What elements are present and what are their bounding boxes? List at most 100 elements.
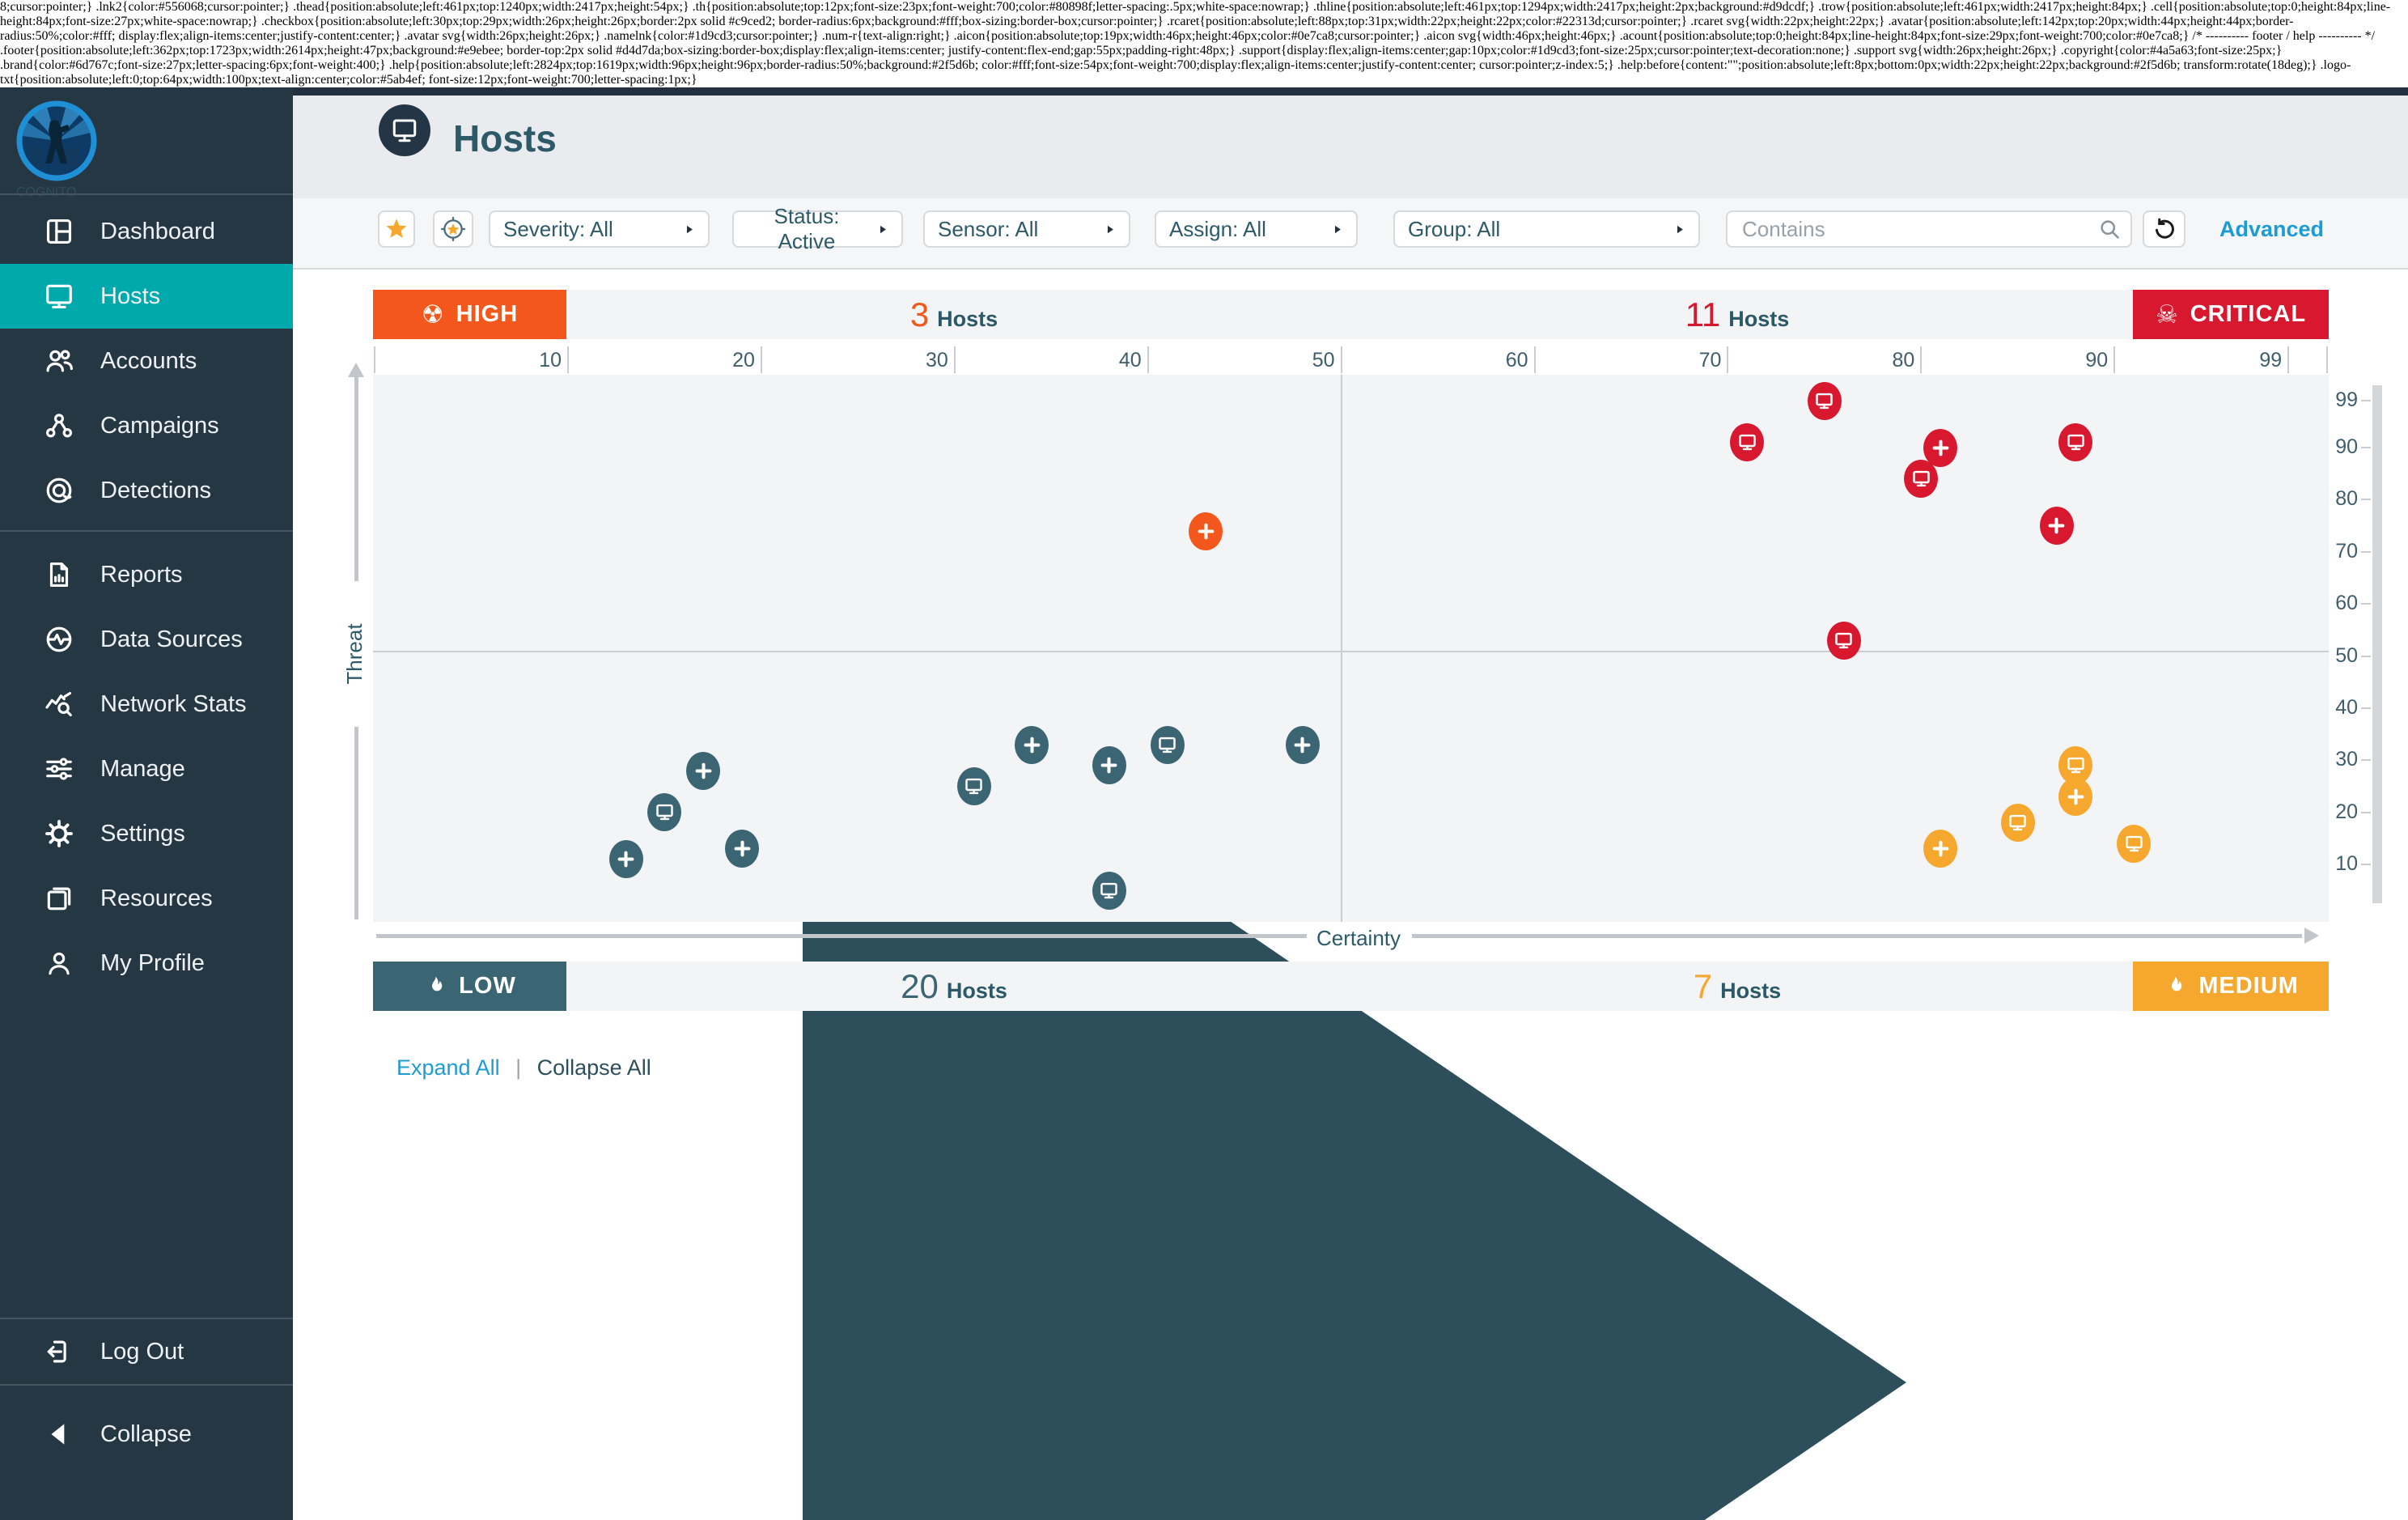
dashboard-icon: [44, 216, 74, 247]
sidebar-item-label: Detections: [100, 478, 211, 504]
host-point-critical[interactable]: [1923, 429, 1957, 467]
y-axis-tick: [2361, 812, 2371, 813]
sidebar-item-hosts[interactable]: Hosts: [0, 264, 293, 329]
host-marker-icon: [1833, 630, 1855, 652]
filter-dropdown-severity[interactable]: Severity: All: [489, 210, 710, 248]
chevron-right-icon: [683, 223, 695, 236]
host-point-low[interactable]: [686, 752, 720, 790]
chart-vertical-midline: [1341, 375, 1342, 922]
reset-icon: [2152, 217, 2177, 241]
sidebar-item-label: Reports: [100, 562, 183, 588]
advanced-link[interactable]: Advanced: [2219, 210, 2324, 248]
host-point-low[interactable]: [609, 840, 643, 878]
x-axis-tick: [1727, 346, 1728, 373]
host-point-low[interactable]: [1092, 746, 1126, 784]
host-point-critical[interactable]: [1827, 622, 1861, 660]
cognito-logo-text: COGNITO: [16, 185, 97, 200]
y-axis-tick-label: 80: [2311, 487, 2358, 511]
collapse-all-link[interactable]: Collapse All: [537, 1055, 651, 1080]
chevron-right-icon: [1673, 223, 1685, 236]
search-input[interactable]: [1726, 210, 2132, 248]
filter-dropdown-status[interactable]: Status: Active: [732, 210, 903, 248]
filter-dropdown-sensor[interactable]: Sensor: All: [923, 210, 1130, 248]
chevron-right-icon: [1331, 223, 1343, 236]
host-marker-icon: [2065, 431, 2087, 453]
reset-filters-button[interactable]: [2143, 210, 2185, 248]
network-stats-icon: [44, 689, 74, 720]
list-controls-separator: |: [515, 1055, 521, 1080]
sidebar-item-reports[interactable]: Reports: [0, 542, 293, 607]
reports-icon: [44, 559, 74, 590]
host-point-low[interactable]: [1015, 726, 1049, 764]
settings-icon: [44, 818, 74, 849]
sidebar-item-settings[interactable]: Settings: [0, 801, 293, 866]
y-axis-tick: [2361, 447, 2371, 448]
sidebar-item-label: Settings: [100, 821, 185, 847]
x-axis-tick-label: 70: [1653, 349, 1721, 372]
filter-dropdown-label: Sensor: All: [938, 217, 1038, 242]
host-point-medium[interactable]: [2117, 825, 2151, 863]
host-point-critical[interactable]: [1808, 382, 1842, 420]
filter-bar: Severity: All Status: Active Sensor: All As…: [293, 198, 2408, 270]
y-axis-tick: [2361, 656, 2371, 657]
x-axis-tick-label: 80: [1846, 349, 1914, 372]
cognito-logo-icon: [16, 100, 97, 181]
y-axis-tick-label: 20: [2311, 800, 2358, 824]
flame-icon: [423, 974, 447, 999]
favorite-filter-button[interactable]: [378, 210, 415, 248]
sidebar-item-my-profile[interactable]: My Profile: [0, 931, 293, 996]
detections-icon: [44, 475, 74, 506]
medium-severity-box[interactable]: MEDIUM: [2133, 962, 2329, 1011]
filter-dropdown-label: Status: Active: [747, 204, 867, 254]
x-axis-title: Certainty: [1314, 926, 1403, 951]
low-host-count: 20 Hosts: [566, 962, 1342, 1011]
host-point-low[interactable]: [1151, 726, 1185, 764]
sidebar-item-label: Dashboard: [100, 219, 215, 245]
sidebar-item-log-out[interactable]: Log Out: [0, 1319, 293, 1384]
chevron-right-icon: [1104, 223, 1116, 236]
host-point-low[interactable]: [957, 767, 991, 805]
sidebar-collapse-button[interactable]: Collapse: [0, 1402, 293, 1467]
sidebar-item-network-stats[interactable]: Network Stats: [0, 672, 293, 737]
host-point-medium[interactable]: [2001, 804, 2035, 842]
threat-axis-arrow: [348, 363, 364, 377]
app-root: COGNITO DashboardHostsAccountsCampaignsD…: [0, 87, 2408, 1520]
sidebar-nav: Dashboard HostsAccounts Campaigns Detection…: [0, 199, 293, 996]
sidebar-item-label: Network Stats: [100, 691, 247, 718]
expand-all-link[interactable]: Expand All: [396, 1055, 500, 1080]
sidebar-item-detections[interactable]: Detections: [0, 458, 293, 523]
sidebar-item-manage[interactable]: Manage: [0, 737, 293, 801]
host-point-critical[interactable]: [2040, 507, 2074, 545]
high-severity-box[interactable]: ☢ HIGH: [373, 290, 566, 339]
sidebar-item-accounts[interactable]: Accounts: [0, 329, 293, 393]
cluster-plus-icon: [1930, 838, 1952, 860]
cognito-logo[interactable]: COGNITO: [16, 100, 97, 181]
sidebar-item-label: Collapse: [100, 1421, 192, 1448]
host-point-low[interactable]: [1092, 872, 1126, 910]
host-point-low[interactable]: [1286, 726, 1320, 764]
sidebar-item-dashboard[interactable]: Dashboard: [0, 199, 293, 264]
medium-host-count: 7 Hosts: [1342, 962, 2133, 1011]
low-severity-box[interactable]: LOW: [373, 962, 566, 1011]
filter-dropdown-assign[interactable]: Assign: All: [1155, 210, 1358, 248]
x-axis-tick-label: 30: [880, 349, 948, 372]
x-axis-tick: [761, 346, 762, 373]
sidebar-item-label: Campaigns: [100, 413, 219, 439]
x-axis-tick: [1534, 346, 1536, 373]
host-point-high[interactable]: [1189, 512, 1223, 550]
sidebar-item-label: Resources: [100, 885, 213, 912]
sidebar-item-resources[interactable]: Resources: [0, 866, 293, 931]
sidebar-item-data-sources[interactable]: Data Sources: [0, 607, 293, 672]
cluster-plus-icon: [1930, 437, 1952, 459]
accounts-icon: [44, 346, 74, 376]
cluster-plus-icon: [1291, 734, 1313, 756]
filter-dropdown-group[interactable]: Group: All: [1393, 210, 1700, 248]
certainty-axis-line: [1412, 934, 2302, 938]
x-axis-tick: [954, 346, 956, 373]
critical-severity-box[interactable]: ☠ CRITICAL: [2133, 290, 2329, 339]
sidebar-item-campaigns[interactable]: Campaigns: [0, 393, 293, 458]
host-marker-icon: [963, 775, 985, 797]
y-axis-title: Threat: [342, 597, 370, 711]
threat-axis-line: [354, 727, 358, 919]
star-target-filter-button[interactable]: [433, 210, 473, 248]
